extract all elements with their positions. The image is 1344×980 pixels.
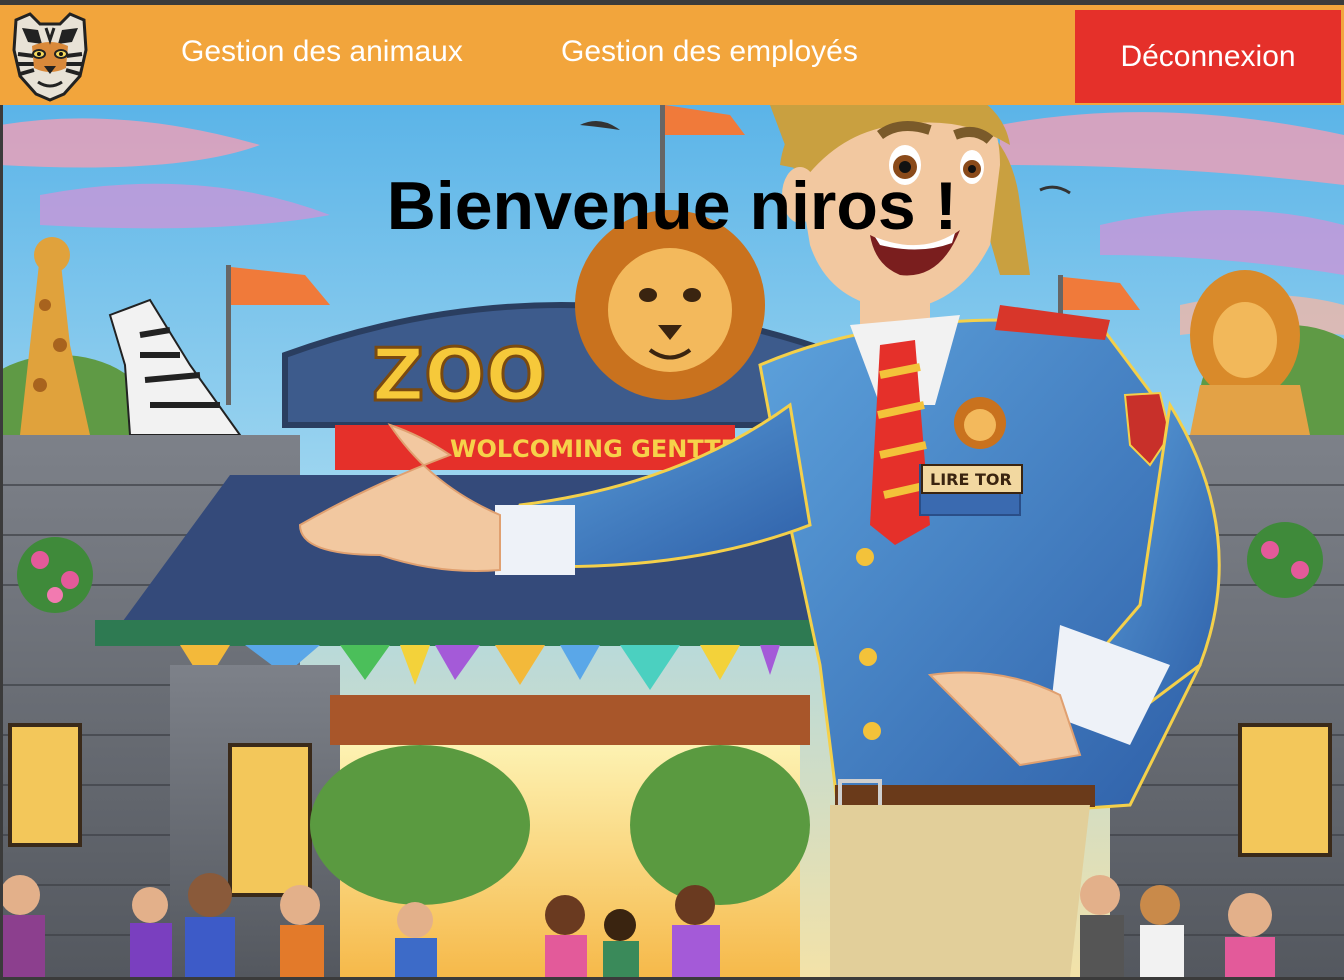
hero-section: ZOO WOLCOMING GENTTES LIRE TOR Bienvenue… <box>0 105 1344 977</box>
tiger-head-icon[interactable] <box>8 10 92 102</box>
nav-link-employees[interactable]: Gestion des employés <box>561 35 858 69</box>
nav-link-animals[interactable]: Gestion des animaux <box>181 35 463 69</box>
top-navbar: Gestion des animaux Gestion des employés… <box>0 5 1344 105</box>
svg-text:ZOO: ZOO <box>372 333 547 417</box>
welcome-heading: Bienvenue niros ! <box>386 168 958 244</box>
logout-button[interactable]: Déconnexion <box>1075 10 1341 103</box>
svg-text:LIRE TOR: LIRE TOR <box>930 470 1012 489</box>
